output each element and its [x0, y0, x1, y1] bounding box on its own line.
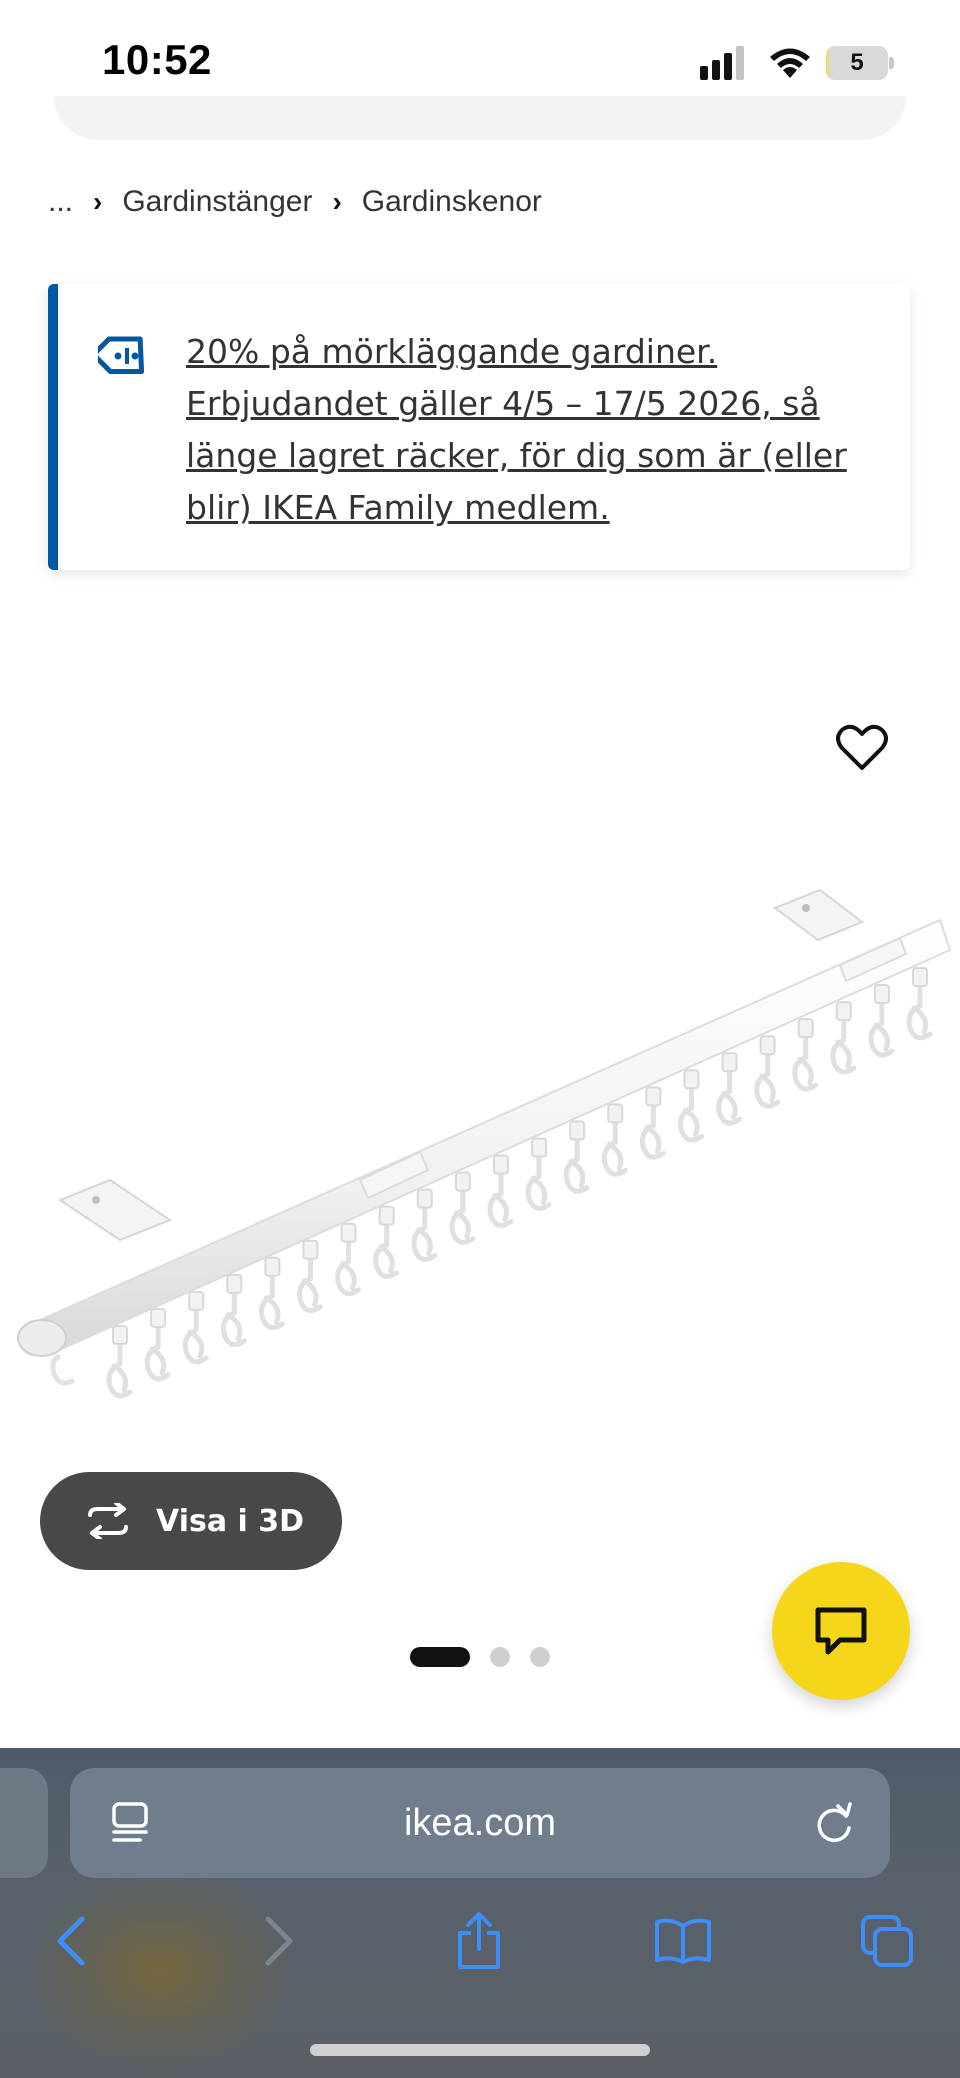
carousel-dots: [410, 1646, 550, 1668]
home-indicator: [310, 2044, 650, 2056]
address-bar[interactable]: ikea.com: [70, 1768, 890, 1878]
curtain-glider: [645, 1086, 662, 1107]
tabs-icon: [861, 1915, 913, 1967]
curtain-glider: [340, 1222, 357, 1243]
curtain-glider: [378, 1205, 395, 1226]
carousel-dot-3[interactable]: [530, 1647, 550, 1667]
price-tag-icon: [98, 336, 145, 375]
promo-link[interactable]: 20% på mörkläggande gardiner. Erbjudande…: [186, 326, 896, 534]
curtain-glider: [607, 1103, 624, 1124]
tabs-button[interactable]: [852, 1906, 922, 1976]
breadcrumb-chevron-icon: ›: [93, 186, 103, 217]
curtain-track-image: [17, 888, 952, 1399]
breadcrumb-ellipsis[interactable]: ...: [48, 185, 73, 219]
curtain-glider: [492, 1154, 509, 1175]
reload-icon[interactable]: [812, 1800, 856, 1846]
url-text: ikea.com: [403, 1802, 557, 1844]
share-button[interactable]: [444, 1906, 514, 1976]
previous-tab-peek[interactable]: [0, 1768, 48, 1878]
breadcrumb-chevron-icon: ›: [332, 186, 342, 217]
curtain-glider: [454, 1171, 471, 1192]
browser-nav-row: [0, 1906, 960, 1976]
curtain-glider: [759, 1035, 776, 1056]
curtain-glider: [569, 1120, 586, 1141]
chat-icon: [815, 1607, 867, 1655]
signal-icon: [700, 46, 744, 80]
breadcrumb-curtain-tracks[interactable]: Gardinskenor: [362, 185, 542, 219]
bookmarks-button[interactable]: [648, 1906, 718, 1976]
forward-button[interactable]: [244, 1906, 314, 1976]
breadcrumb-curtain-rods[interactable]: Gardinstänger: [122, 185, 312, 219]
back-button[interactable]: [36, 1906, 106, 1976]
promo-banner: 20% på mörkläggande gardiner. Erbjudande…: [48, 284, 910, 570]
view-3d-label: Visa i 3D: [156, 1503, 305, 1539]
carousel-dot-1[interactable]: [410, 1647, 470, 1667]
breadcrumb: ... › Gardinstänger › Gardinskenor: [48, 182, 542, 222]
curtain-glider: [150, 1307, 167, 1328]
curtain-glider: [912, 967, 928, 987]
chat-button[interactable]: [772, 1562, 910, 1700]
curtain-glider: [835, 1001, 852, 1022]
search-bar-remnant: [54, 96, 906, 140]
curtain-glider: [873, 984, 890, 1005]
bookmarks-icon: [655, 1918, 711, 1964]
curtain-glider: [302, 1239, 319, 1260]
forward-icon: [265, 1916, 293, 1966]
view-3d-button[interactable]: Visa i 3D: [40, 1472, 342, 1570]
favorite-heart-icon[interactable]: [832, 718, 892, 778]
curtain-glider: [112, 1325, 128, 1345]
battery-indicator: 5: [826, 46, 894, 80]
carousel-dot-2[interactable]: [490, 1647, 510, 1667]
curtain-glider: [531, 1137, 548, 1158]
status-time: 10:52: [102, 36, 212, 83]
curtain-glider: [226, 1273, 243, 1294]
rotate-3d-icon: [88, 1503, 128, 1539]
back-icon: [57, 1916, 85, 1966]
curtain-glider: [683, 1069, 700, 1090]
curtain-glider: [721, 1052, 738, 1073]
curtain-glider: [797, 1018, 814, 1039]
wifi-icon: [770, 48, 810, 78]
curtain-glider: [264, 1256, 281, 1277]
curtain-glider: [416, 1188, 433, 1209]
share-icon: [458, 1912, 500, 1969]
battery-level: 5: [850, 49, 864, 76]
curtain-glider: [188, 1290, 205, 1311]
